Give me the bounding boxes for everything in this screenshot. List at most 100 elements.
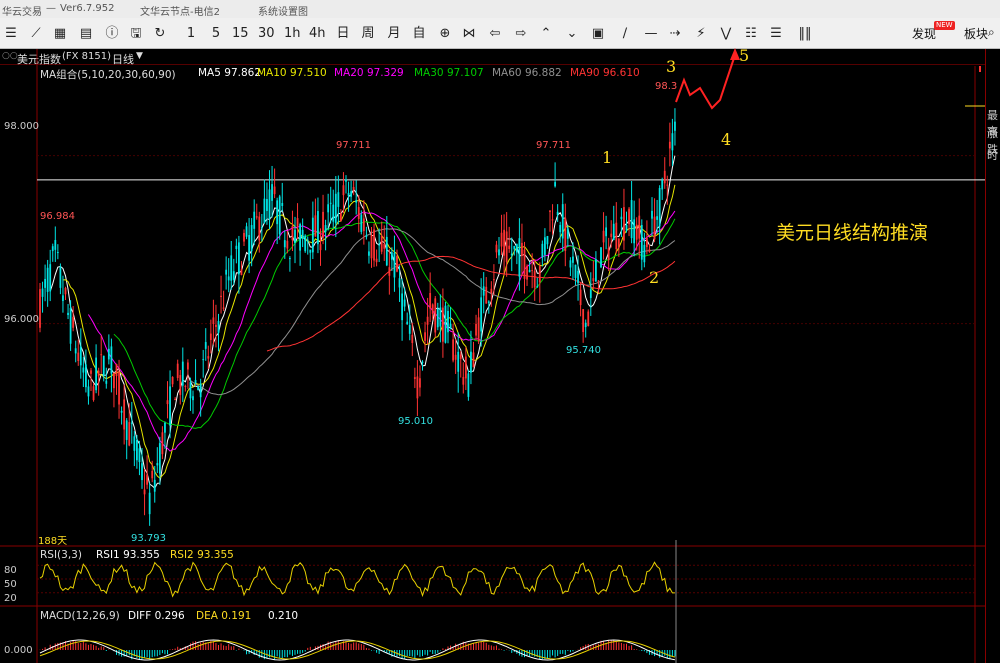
candle-body xyxy=(587,311,590,327)
candle-body xyxy=(383,244,386,249)
candle-body xyxy=(268,189,271,219)
days-label: 188天 xyxy=(38,536,68,547)
wave-label-5: 5 xyxy=(739,46,750,65)
candle-body xyxy=(411,334,414,343)
candle-body xyxy=(212,317,215,325)
candle-body xyxy=(199,383,202,398)
candle-body xyxy=(143,489,146,495)
candle-body xyxy=(544,237,546,255)
candle-body xyxy=(523,249,526,279)
candle-body xyxy=(337,192,340,207)
candle-body xyxy=(217,321,220,333)
candle-body xyxy=(59,266,62,288)
candle-body xyxy=(577,270,579,284)
candle-body xyxy=(633,219,636,244)
candle-body xyxy=(559,225,562,233)
high-marker-2: 97.711 xyxy=(536,140,571,151)
candle-body xyxy=(283,240,286,248)
candle-body xyxy=(391,252,393,260)
candle-body xyxy=(600,247,602,268)
price-label-98: 98.000 xyxy=(4,121,39,132)
candle-body xyxy=(49,264,52,292)
candle-body xyxy=(493,279,495,281)
candle-body xyxy=(133,436,136,451)
candle-body xyxy=(197,386,199,391)
candle-body xyxy=(610,233,613,237)
candle-body xyxy=(273,186,276,195)
candle-body xyxy=(370,235,373,259)
candle-body xyxy=(424,332,426,341)
candle-body xyxy=(85,364,87,388)
candle-body xyxy=(360,214,363,232)
candle-body xyxy=(653,216,656,240)
candle-body xyxy=(123,399,126,430)
candle-body xyxy=(651,210,653,219)
candle-body xyxy=(607,247,610,261)
candle-body xyxy=(536,286,539,288)
candle-body xyxy=(192,396,194,401)
macd-label: MACD(12,26,9) xyxy=(40,610,120,622)
candle-body xyxy=(136,439,138,461)
candle-body xyxy=(674,121,676,131)
candle-body xyxy=(311,217,314,253)
candle-body xyxy=(398,278,401,288)
candle-body xyxy=(291,225,294,241)
candle-body xyxy=(299,224,301,251)
candle-body xyxy=(332,204,335,222)
candle-body xyxy=(62,295,64,301)
candle-body xyxy=(209,333,212,341)
candle-body xyxy=(220,295,222,298)
candle-body xyxy=(250,225,253,252)
candle-body xyxy=(286,240,289,249)
candle-body xyxy=(151,470,154,479)
candle-body xyxy=(470,351,472,373)
candle-body xyxy=(232,271,235,280)
candle-body xyxy=(317,211,319,245)
candle-body xyxy=(661,180,664,190)
candle-body xyxy=(347,192,350,197)
candle-body xyxy=(419,378,421,388)
candle-body xyxy=(413,377,416,379)
candle-body xyxy=(658,188,661,227)
projection-path xyxy=(675,54,736,110)
candle-body xyxy=(551,219,554,221)
candle-body xyxy=(156,463,159,466)
candle-body xyxy=(385,236,388,266)
candle-body xyxy=(253,211,256,229)
candle-body xyxy=(449,323,452,330)
candle-body xyxy=(105,380,108,384)
candle-body xyxy=(184,385,187,387)
candle-body xyxy=(97,370,100,377)
candle-body xyxy=(102,355,105,377)
candle-body xyxy=(477,317,480,342)
candle-body xyxy=(146,474,148,485)
rsi-level-80: 80 xyxy=(4,565,17,576)
candle-body xyxy=(403,299,406,307)
candle-body xyxy=(666,184,669,186)
candle-body xyxy=(444,305,447,343)
candle-body xyxy=(174,398,177,401)
candle-body xyxy=(569,260,572,268)
candle-body xyxy=(663,170,666,184)
candle-body xyxy=(592,278,595,282)
rsi2-value: RSI2 93.355 xyxy=(170,549,234,561)
candle-body xyxy=(531,270,534,272)
candle-body xyxy=(204,342,207,349)
candle-body xyxy=(161,432,164,455)
candle-body xyxy=(54,239,57,250)
candle-body xyxy=(595,259,597,282)
candle-body xyxy=(528,269,531,273)
candle-body xyxy=(546,236,549,245)
candle-body xyxy=(393,252,396,278)
candle-body xyxy=(309,249,312,253)
candle-body xyxy=(648,249,651,252)
candle-body xyxy=(416,376,419,399)
rsi-level-20: 20 xyxy=(4,593,17,604)
candle-body xyxy=(436,308,439,328)
candlestick-chart[interactable] xyxy=(0,0,1000,663)
candle-body xyxy=(380,235,383,252)
candle-body xyxy=(434,298,437,333)
candle-body xyxy=(421,361,424,363)
candle-body xyxy=(304,235,307,252)
candle-body xyxy=(612,223,615,241)
